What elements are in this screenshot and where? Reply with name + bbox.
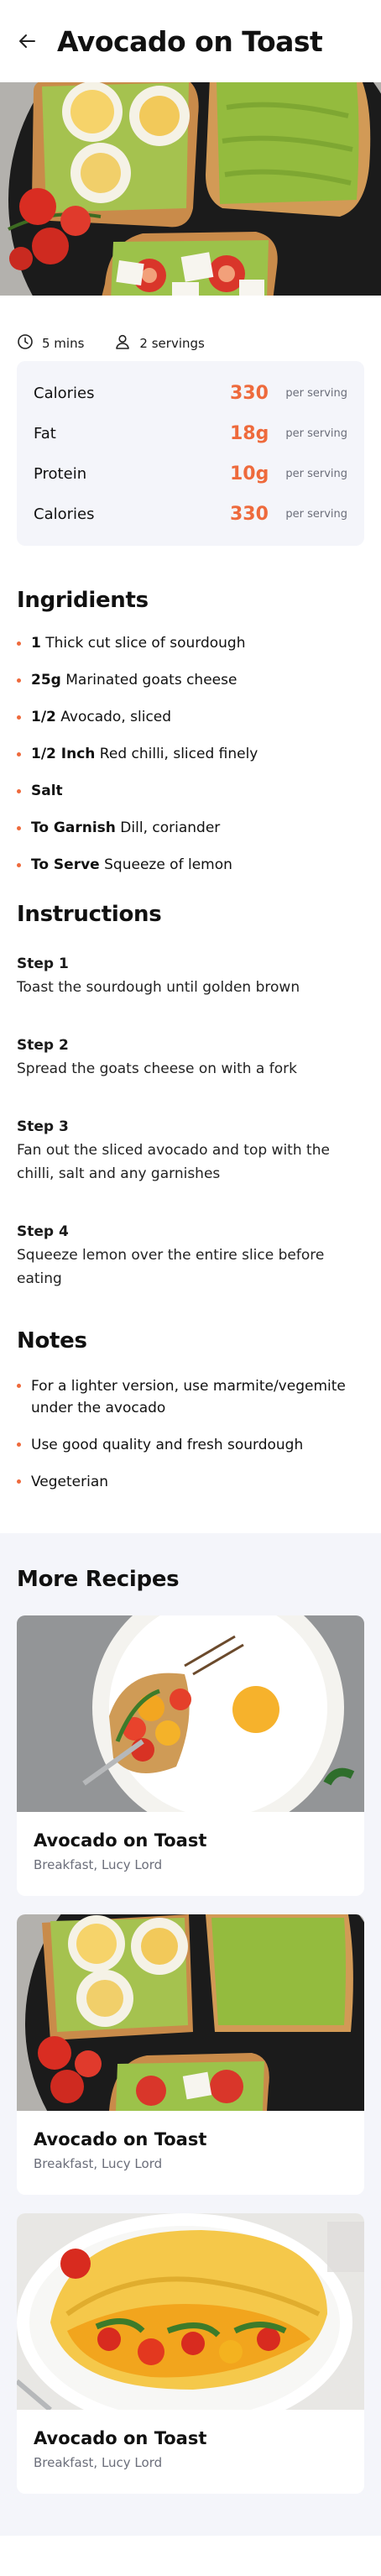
instructions-heading: Instructions <box>17 902 162 927</box>
nutrition-value: 10g <box>230 463 269 484</box>
servings-info: 2 servings <box>114 333 205 353</box>
ingredient-text: Avocado, sliced <box>55 709 172 725</box>
list-item: Vegeterian <box>17 1471 364 1493</box>
list-item: 1/2 Avocado, sliced <box>17 707 364 727</box>
ingredient-quantity: 1/2 Inch <box>31 746 96 762</box>
nutrition-unit: per serving <box>285 507 347 521</box>
more-recipes-section: More Recipes Avocado on Toast Breakfast,… <box>0 1533 381 2536</box>
step-title: Step 1 <box>17 956 69 972</box>
step-title: Step 3 <box>17 1118 69 1135</box>
recipe-card-image <box>17 1914 364 2111</box>
nutrition-row: Protein 10g per serving <box>34 453 347 494</box>
list-item: 1/2 Inch Red chilli, sliced finely <box>17 744 364 764</box>
ingredient-text: Red chilli, sliced finely <box>95 746 258 762</box>
recipe-card-subtitle: Breakfast, Lucy Lord <box>34 2455 163 2470</box>
time-info: 5 mins <box>17 333 84 353</box>
step-text: Toast the sourdough until golden brown <box>17 979 300 996</box>
recipe-card-body: Avocado on Toast Breakfast, Lucy Lord <box>17 1812 364 1896</box>
ingredient-text: Marinated goats cheese <box>60 672 237 689</box>
notes-heading: Notes <box>17 1328 87 1353</box>
hero-image <box>0 82 381 296</box>
ingredient-quantity: 1/2 <box>31 709 56 725</box>
instruction-step: Step 1 Toast the sourdough until golden … <box>17 956 364 999</box>
ingredients-heading: Ingridients <box>17 588 149 613</box>
time-label: 5 mins <box>42 336 85 351</box>
nutrition-unit: per serving <box>285 467 347 480</box>
list-item: 25g Marinated goats cheese <box>17 670 364 690</box>
list-item: Salt <box>17 781 364 801</box>
step-text: Squeeze lemon over the entire slice befo… <box>17 1247 325 1287</box>
recipe-card-title: Avocado on Toast <box>34 2129 207 2149</box>
step-text: Fan out the sliced avocado and top with … <box>17 1142 330 1182</box>
more-recipes-heading: More Recipes <box>17 1567 180 1592</box>
list-item: Use good quality and fresh sourdough <box>17 1434 364 1456</box>
recipe-card[interactable]: Avocado on Toast Breakfast, Lucy Lord <box>17 1914 364 2195</box>
step-title: Step 4 <box>17 1223 69 1240</box>
user-icon <box>114 333 131 353</box>
step-text: Spread the goats cheese on with a fork <box>17 1060 297 1077</box>
ingredients-list: 1 Thick cut slice of sourdough 25g Marin… <box>0 613 381 875</box>
ingredient-quantity: Salt <box>31 783 63 799</box>
list-item: To Serve Squeeze of lemon <box>17 855 364 875</box>
nutrition-row: Fat 18g per serving <box>34 413 347 453</box>
list-item: To Garnish Dill, coriander <box>17 818 364 838</box>
instruction-step: Step 3 Fan out the sliced avocado and to… <box>17 1118 364 1186</box>
ingredient-text: Thick cut slice of sourdough <box>40 635 246 652</box>
ingredient-quantity: To Serve <box>31 856 100 873</box>
recipe-card-title: Avocado on Toast <box>34 1830 207 1851</box>
ingredient-quantity: To Garnish <box>31 819 116 836</box>
list-item: 1 Thick cut slice of sourdough <box>17 633 364 653</box>
nutrition-value: 330 <box>230 503 269 525</box>
ingredient-quantity: 25g <box>31 672 61 689</box>
header: Avocado on Toast <box>0 0 381 82</box>
recipe-card-body: Avocado on Toast Breakfast, Lucy Lord <box>17 2111 364 2195</box>
nutrition-label: Protein <box>34 464 87 483</box>
instruction-step: Step 4 Squeeze lemon over the entire sli… <box>17 1223 364 1291</box>
recipe-card-image <box>17 1615 364 1812</box>
list-item: For a lighter version, use marmite/vegem… <box>17 1375 364 1419</box>
nutrition-value: 18g <box>230 422 269 444</box>
recipe-card-subtitle: Breakfast, Lucy Lord <box>34 1857 163 1872</box>
nutrition-label: Calories <box>34 505 95 523</box>
ingredient-quantity: 1 <box>31 635 41 652</box>
page-title: Avocado on Toast <box>57 24 323 58</box>
recipe-meta: 5 mins 2 servings <box>0 296 381 361</box>
nutrition-label: Calories <box>34 384 95 402</box>
recipe-card-title: Avocado on Toast <box>34 2428 207 2448</box>
nutrition-panel: Calories 330 per serving Fat 18g per ser… <box>17 361 364 546</box>
nutrition-unit: per serving <box>285 386 347 400</box>
ingredient-text: Squeeze of lemon <box>99 856 232 873</box>
servings-label: 2 servings <box>139 336 205 351</box>
clock-icon <box>17 333 34 353</box>
nutrition-value: 330 <box>230 382 269 404</box>
ingredient-text: Dill, coriander <box>115 819 221 836</box>
step-title: Step 2 <box>17 1037 69 1054</box>
recipe-card[interactable]: Avocado on Toast Breakfast, Lucy Lord <box>17 2213 364 2494</box>
nutrition-row: Calories 330 per serving <box>34 373 347 413</box>
recipe-card-subtitle: Breakfast, Lucy Lord <box>34 2156 163 2171</box>
notes-list: For a lighter version, use marmite/vegem… <box>0 1353 381 1493</box>
recipe-card-body: Avocado on Toast Breakfast, Lucy Lord <box>17 2410 364 2494</box>
nutrition-row: Calories 330 per serving <box>34 494 347 534</box>
arrow-left-icon[interactable] <box>17 30 39 52</box>
nutrition-label: Fat <box>34 424 56 442</box>
instructions-list: Step 1 Toast the sourdough until golden … <box>0 927 381 1291</box>
nutrition-unit: per serving <box>285 427 347 440</box>
instruction-step: Step 2 Spread the goats cheese on with a… <box>17 1037 364 1081</box>
recipe-card-image <box>17 2213 364 2410</box>
recipe-card[interactable]: Avocado on Toast Breakfast, Lucy Lord <box>17 1615 364 1896</box>
